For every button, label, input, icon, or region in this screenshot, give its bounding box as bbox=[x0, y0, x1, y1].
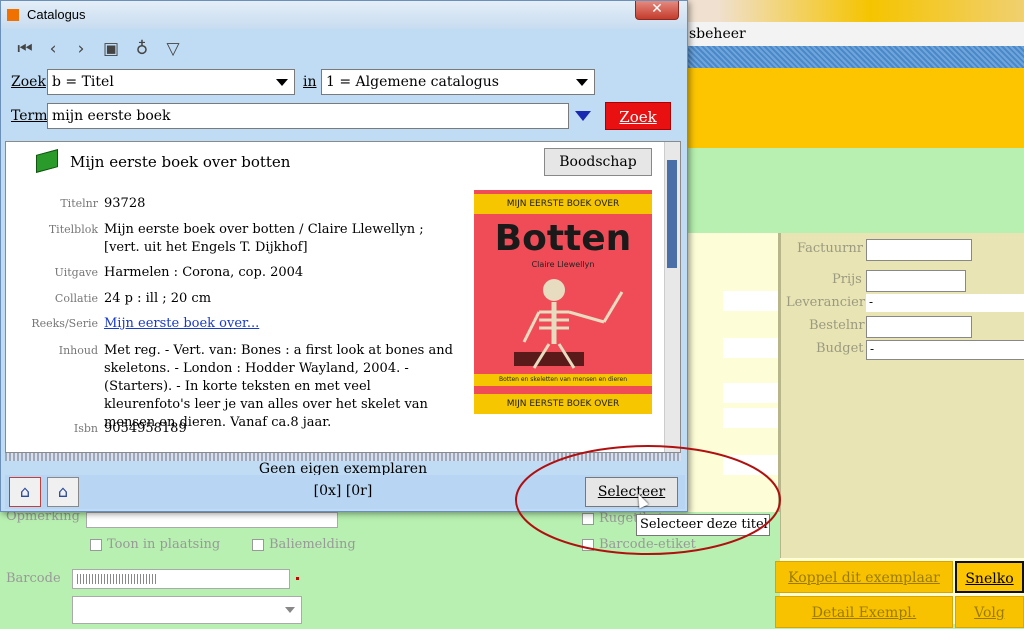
first-record-icon[interactable]: ⏮ bbox=[15, 39, 35, 59]
catalogus-value: 1 = Algemene catalogus bbox=[326, 74, 499, 90]
collatie-value: 24 p : ill ; 20 cm bbox=[104, 291, 212, 306]
catalogus-dialog: Catalogus ✕ ⏮ ‹ › ▣ ♁ ▽ Zoek b = Titel i… bbox=[0, 0, 688, 512]
cover-top-band: MIJN EERSTE BOEK OVER bbox=[474, 194, 652, 214]
next-icon[interactable]: › bbox=[71, 39, 91, 59]
dialog-titlebar: Catalogus ✕ bbox=[1, 1, 687, 29]
zoek-label: Zoek bbox=[11, 74, 46, 90]
term-history-dropdown-icon[interactable] bbox=[575, 111, 591, 121]
chevron-down-icon bbox=[576, 79, 588, 86]
skeleton-illustration bbox=[514, 279, 624, 369]
book-icon bbox=[36, 149, 58, 173]
close-button[interactable]: ✕ bbox=[635, 1, 679, 20]
barcode-input[interactable] bbox=[72, 569, 290, 589]
opmerking-input[interactable] bbox=[86, 512, 338, 528]
scrollbar-thumb[interactable] bbox=[667, 160, 677, 268]
titelblok-label: Titelblok bbox=[48, 223, 98, 236]
term-label: Term bbox=[11, 108, 48, 124]
results-scrollbar[interactable] bbox=[664, 142, 680, 452]
background-green-area bbox=[683, 148, 1024, 233]
uitgave-label: Uitgave bbox=[54, 266, 98, 279]
cover-bottom-band: MIJN EERSTE BOEK OVER bbox=[474, 394, 652, 414]
app-icon bbox=[7, 9, 19, 21]
term-value: mijn eerste boek bbox=[52, 108, 171, 124]
factuurnr-label: Factuurnr bbox=[797, 241, 863, 256]
background-field bbox=[723, 338, 780, 358]
koppel-exemplaar-button[interactable]: Koppel dit exemplaar bbox=[775, 561, 953, 593]
lightbulb-icon[interactable]: ♁ bbox=[132, 39, 152, 59]
record-title: Mijn eerste boek over botten bbox=[70, 153, 291, 171]
budget-value[interactable]: - bbox=[866, 340, 1024, 360]
background-stripe bbox=[683, 46, 1024, 68]
background-field bbox=[723, 383, 780, 403]
chevron-down-icon bbox=[276, 79, 288, 86]
dropdown-arrow-icon bbox=[285, 607, 295, 613]
boodschap-button[interactable]: Boodschap bbox=[544, 148, 652, 176]
book-cover-image: MIJN EERSTE BOEK OVER Botten Claire Llew… bbox=[474, 190, 652, 414]
prijs-label: Prijs bbox=[832, 272, 862, 287]
reeks-link[interactable]: Mijn eerste boek over... bbox=[104, 315, 456, 333]
leverancier-label: Leverancier bbox=[786, 295, 866, 310]
inhoud-label: Inhoud bbox=[58, 344, 98, 357]
dialog-title: Catalogus bbox=[27, 7, 86, 22]
cover-title: Botten bbox=[494, 218, 632, 259]
required-marker bbox=[296, 577, 299, 580]
uitgave-value: Harmelen : Corona, cop. 2004 bbox=[104, 265, 304, 280]
snelkoppel-button[interactable]: Snelko bbox=[955, 561, 1024, 593]
zoek-field-value: b = Titel bbox=[52, 74, 114, 90]
zoek-button[interactable]: Zoek bbox=[605, 102, 671, 130]
results-panel: Mijn eerste boek over botten Boodschap T… bbox=[5, 141, 681, 453]
cover-author: Claire Llewellyn bbox=[531, 260, 595, 269]
background-field bbox=[723, 408, 780, 428]
background-menu-bar: sbeheer bbox=[683, 22, 1024, 46]
background-field bbox=[723, 291, 780, 311]
briefcase-icon[interactable]: ▣ bbox=[101, 39, 121, 59]
factuurnr-input[interactable] bbox=[866, 239, 972, 261]
prijs-input[interactable] bbox=[866, 270, 966, 292]
collatie-label: Collatie bbox=[54, 292, 98, 305]
titelblok-value: Mijn eerste boek over botten / Claire Ll… bbox=[104, 222, 424, 255]
inhoud-value: Met reg. - Vert. van: Bones : a first lo… bbox=[104, 343, 453, 430]
in-label: in bbox=[303, 74, 317, 90]
close-icon: ✕ bbox=[651, 1, 663, 17]
toon-in-plaatsing-checkbox[interactable]: Toon in plaatsing bbox=[90, 537, 220, 552]
barcode-label: Barcode bbox=[6, 571, 61, 586]
isbn-label: Isbn bbox=[73, 422, 98, 435]
budget-label: Budget bbox=[816, 341, 864, 356]
filter-icon[interactable]: ▽ bbox=[163, 39, 183, 59]
previous-icon[interactable]: ‹ bbox=[43, 39, 63, 59]
term-input[interactable]: mijn eerste boek bbox=[47, 103, 569, 129]
background-dropdown[interactable] bbox=[72, 596, 302, 624]
leverancier-value[interactable]: - bbox=[866, 294, 1024, 312]
highlight-ellipse bbox=[515, 445, 781, 555]
zoek-field-select[interactable]: b = Titel bbox=[47, 69, 295, 95]
bestelnr-label: Bestelnr bbox=[809, 318, 865, 333]
background-yellow-header bbox=[683, 68, 1024, 148]
cover-subtitle: Botten en skeletten van mensen en dieren bbox=[474, 374, 652, 386]
titelnr-value: 93728 bbox=[104, 196, 146, 211]
bestelnr-input[interactable] bbox=[866, 316, 972, 338]
titelnr-label: Titelnr bbox=[60, 197, 98, 210]
detail-exemplaar-button[interactable]: Detail Exempl. bbox=[775, 596, 953, 628]
barcode-icon bbox=[77, 574, 157, 584]
volgende-button[interactable]: Volg bbox=[955, 596, 1024, 628]
invoice-panel: Factuurnr Prijs Leverancier - Bestelnr B… bbox=[778, 233, 1024, 558]
catalogus-select[interactable]: 1 = Algemene catalogus bbox=[321, 69, 595, 95]
reeks-label: Reeks/Serie bbox=[31, 317, 98, 330]
baliemelding-checkbox[interactable]: Baliemelding bbox=[252, 537, 356, 552]
isbn-value: 9054958189 bbox=[104, 421, 187, 436]
